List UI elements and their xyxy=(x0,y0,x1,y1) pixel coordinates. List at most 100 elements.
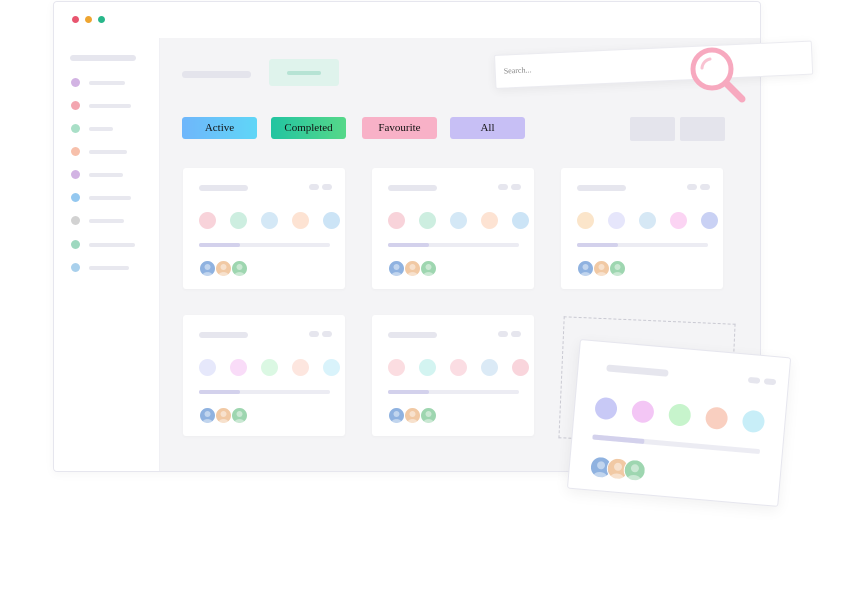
card-menu-pill[interactable] xyxy=(498,184,508,190)
card-color-circle xyxy=(199,359,216,376)
list-view-button[interactable] xyxy=(680,117,725,141)
card-menu-pill[interactable] xyxy=(700,184,710,190)
card-menu-pill[interactable] xyxy=(309,331,319,337)
avatar xyxy=(388,260,405,277)
avatar xyxy=(622,458,647,483)
header-action-label xyxy=(287,71,321,75)
card-color-circle xyxy=(704,406,729,431)
card-color-circle xyxy=(512,359,529,376)
card-progress-fill xyxy=(577,243,618,247)
avatar xyxy=(199,407,216,424)
avatar xyxy=(215,260,232,277)
card-progress-track xyxy=(388,243,519,247)
sidebar-item-label xyxy=(89,219,124,223)
avatar xyxy=(404,407,421,424)
card-color-circle xyxy=(230,359,247,376)
card-color-circle xyxy=(292,212,309,229)
card-color-circle xyxy=(323,359,340,376)
card-menu-pill[interactable] xyxy=(763,378,777,386)
search-input[interactable] xyxy=(503,53,684,80)
avatar xyxy=(388,407,405,424)
task-card[interactable] xyxy=(561,168,723,289)
card-color-circle xyxy=(323,212,340,229)
grid-view-button[interactable] xyxy=(630,117,675,141)
card-menu-pill[interactable] xyxy=(511,184,521,190)
card-progress-track xyxy=(592,434,761,455)
maximize-dot[interactable] xyxy=(98,16,105,23)
sidebar-item-label xyxy=(89,266,129,270)
filter-all-button[interactable]: All xyxy=(450,117,525,139)
sidebar-item-dot xyxy=(71,263,80,272)
sidebar-item-label xyxy=(89,81,125,85)
filter-completed-button[interactable]: Completed xyxy=(271,117,346,139)
card-title-placeholder xyxy=(388,185,437,191)
card-menu-pill[interactable] xyxy=(747,376,761,384)
card-title-placeholder xyxy=(388,332,437,338)
card-progress-track xyxy=(577,243,708,247)
card-title-placeholder xyxy=(199,332,248,338)
sidebar-item-dot xyxy=(71,101,80,110)
task-card[interactable] xyxy=(372,315,534,436)
card-color-circle xyxy=(450,212,467,229)
avatar xyxy=(215,407,232,424)
card-color-circle xyxy=(741,409,766,434)
card-color-circle xyxy=(481,359,498,376)
filter-favourite-button[interactable]: Favourite xyxy=(362,117,437,139)
dragged-card[interactable] xyxy=(566,339,792,507)
card-progress-fill xyxy=(199,243,240,247)
card-color-circle xyxy=(292,359,309,376)
sidebar-item-label xyxy=(89,150,127,154)
card-progress-fill xyxy=(388,390,429,394)
card-title-placeholder xyxy=(606,364,669,377)
magnifier-icon xyxy=(690,47,746,103)
avatar xyxy=(199,260,216,277)
card-color-circle xyxy=(481,212,498,229)
close-dot[interactable] xyxy=(72,16,79,23)
sidebar-title xyxy=(70,55,136,61)
sidebar-item-dot xyxy=(71,124,80,133)
illustration: Active Completed Favourite All xyxy=(0,0,847,599)
filter-active-button[interactable]: Active xyxy=(182,117,257,139)
card-menu-pill[interactable] xyxy=(322,184,332,190)
card-menu-pill[interactable] xyxy=(687,184,697,190)
card-title-placeholder xyxy=(577,185,626,191)
card-color-circle xyxy=(419,212,436,229)
sidebar-item-label xyxy=(89,127,113,131)
card-color-circle xyxy=(667,403,692,427)
card-progress-fill xyxy=(388,243,429,247)
card-title-placeholder xyxy=(199,185,248,191)
card-progress-track xyxy=(199,390,330,394)
card-color-circle xyxy=(701,212,718,229)
task-card[interactable] xyxy=(183,315,345,436)
title-bar xyxy=(54,2,760,38)
card-menu-pill[interactable] xyxy=(309,184,319,190)
card-color-circle xyxy=(608,212,625,229)
avatar xyxy=(420,260,437,277)
avatar xyxy=(231,407,248,424)
card-color-circle xyxy=(577,212,594,229)
sidebar-item-label xyxy=(89,196,131,200)
sidebar-item-label xyxy=(89,104,131,108)
sidebar-item-label xyxy=(89,173,123,177)
card-color-circle xyxy=(512,212,529,229)
task-card[interactable] xyxy=(372,168,534,289)
sidebar-item-dot xyxy=(71,78,80,87)
card-color-circle xyxy=(199,212,216,229)
sidebar xyxy=(54,38,160,471)
card-menu-pill[interactable] xyxy=(511,331,521,337)
avatar xyxy=(609,260,626,277)
sidebar-item-dot xyxy=(71,216,80,225)
card-color-circle xyxy=(450,359,467,376)
sidebar-item-dot xyxy=(71,240,80,249)
card-menu-pill[interactable] xyxy=(322,331,332,337)
card-color-circle xyxy=(261,212,278,229)
card-menu-pill[interactable] xyxy=(498,331,508,337)
avatar xyxy=(577,260,594,277)
minimize-dot[interactable] xyxy=(85,16,92,23)
avatar xyxy=(404,260,421,277)
header-action-button[interactable] xyxy=(269,59,339,86)
page-title-placeholder xyxy=(182,71,251,78)
card-color-circle xyxy=(670,212,687,229)
avatar xyxy=(420,407,437,424)
task-card[interactable] xyxy=(183,168,345,289)
